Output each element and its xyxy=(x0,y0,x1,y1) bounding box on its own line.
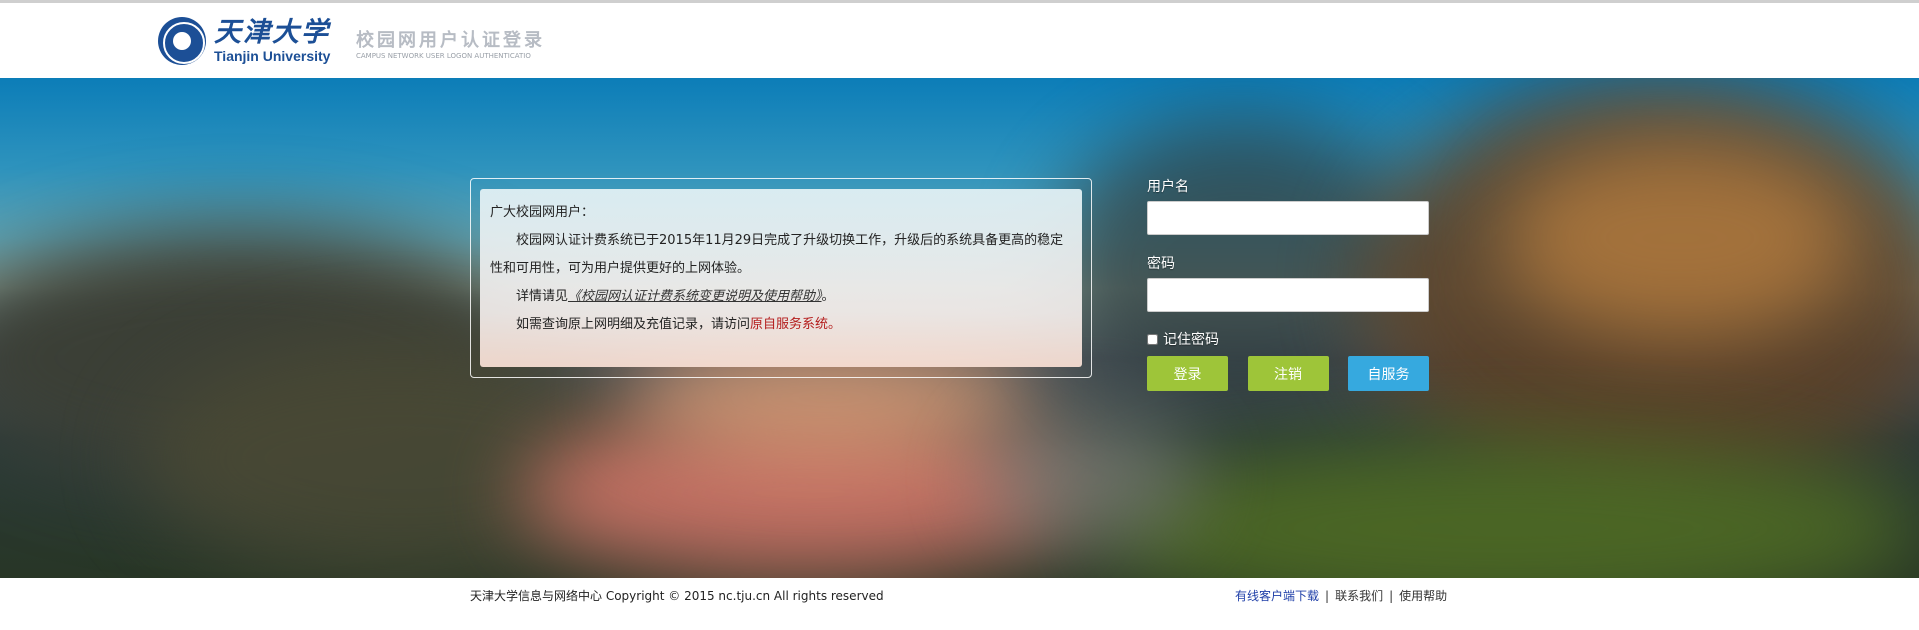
password-label: 密码 xyxy=(1147,256,1175,272)
university-logo: 天津大学 Tianjin University xyxy=(158,13,330,69)
login-form: 用户名 密码 记住密码 登录 注销 自服务 xyxy=(1147,178,1429,391)
system-title: 校园网用户认证登录 CAMPUS NETWORK USER LOGON AUTH… xyxy=(356,31,545,61)
notice-paragraph-details: 详情请见《校园网认证计费系统变更说明及使用帮助》。 xyxy=(490,283,1072,311)
password-input[interactable] xyxy=(1147,278,1429,312)
usage-help-link[interactable]: 使用帮助 xyxy=(1399,589,1447,603)
remember-password-checkbox[interactable] xyxy=(1147,333,1158,345)
system-title-en: CAMPUS NETWORK USER LOGON AUTHENTICATIO xyxy=(356,52,531,60)
form-buttons: 登录 注销 自服务 xyxy=(1147,356,1429,391)
login-button[interactable]: 登录 xyxy=(1147,356,1228,391)
notice-greeting: 广大校园网用户： xyxy=(490,205,595,220)
university-name-cn: 天津大学 xyxy=(214,17,330,48)
page-header: 天津大学 Tianjin University 校园网用户认证登录 CAMPUS… xyxy=(0,3,1919,78)
details-suffix: 。 xyxy=(821,289,835,304)
copyright-text: 天津大学信息与网络中心 Copyright © 2015 nc.tju.cn A… xyxy=(470,589,884,603)
history-prefix: 如需查询原上网明细及充值记录，请访问 xyxy=(516,317,751,332)
help-document-link[interactable]: 《校园网认证计费系统变更说明及使用帮助》 xyxy=(568,289,822,304)
username-label: 用户名 xyxy=(1147,179,1189,195)
old-self-service-link[interactable]: 原自服务系统 xyxy=(750,317,828,332)
contact-us-link[interactable]: 联系我们 xyxy=(1335,589,1383,603)
university-name-en: Tianjin University xyxy=(214,48,331,64)
remember-password-label: 记住密码 xyxy=(1163,332,1219,348)
system-title-cn: 校园网用户认证登录 xyxy=(356,30,545,51)
username-input[interactable] xyxy=(1147,201,1429,235)
footer-links: 有线客户端下载 | 联系我们 | 使用帮助 xyxy=(1235,587,1447,604)
notice-paragraph-upgrade: 校园网认证计费系统已于2015年11月29日完成了升级切换工作，升级后的系统具备… xyxy=(490,233,1064,276)
history-suffix: 。 xyxy=(828,317,842,332)
page-footer: 天津大学信息与网络中心 Copyright © 2015 nc.tju.cn A… xyxy=(0,578,1919,630)
footer-separator: | xyxy=(1389,589,1394,603)
university-seal-icon xyxy=(158,17,206,65)
self-service-button[interactable]: 自服务 xyxy=(1348,356,1429,391)
remember-password[interactable]: 记住密码 xyxy=(1147,329,1429,349)
logout-button[interactable]: 注销 xyxy=(1247,356,1329,391)
notice-panel: 广大校园网用户： 校园网认证计费系统已于2015年11月29日完成了升级切换工作… xyxy=(480,189,1082,367)
university-name: 天津大学 Tianjin University xyxy=(214,17,331,65)
notice-paragraph-history: 如需查询原上网明细及充值记录，请访问原自服务系统。 xyxy=(490,311,1072,339)
details-prefix: 详情请见 xyxy=(516,289,569,304)
client-download-link[interactable]: 有线客户端下载 xyxy=(1235,589,1319,603)
footer-separator: | xyxy=(1325,589,1330,603)
